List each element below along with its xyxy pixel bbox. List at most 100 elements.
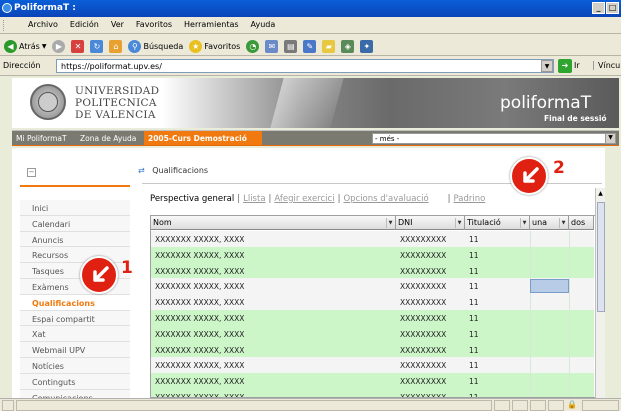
scroll-thumb[interactable] <box>597 202 605 312</box>
cell-titulacio: 11 <box>469 266 479 276</box>
restore-button[interactable]: □ <box>606 2 619 14</box>
table-row[interactable]: XXXXXXX XXXXX, XXXX XXXXXXXXX 11 <box>151 309 594 326</box>
more-sites-select[interactable]: - més - ▼ <box>372 133 616 144</box>
column-header-titulacio[interactable]: Titulació ▼ <box>465 216 530 230</box>
sidebar-item-continguts[interactable]: Continguts <box>20 373 130 390</box>
nav-active-site[interactable]: 2005-Curs Demostració <box>144 131 262 145</box>
sidebar-item-calendari[interactable]: Calendari <box>20 215 130 232</box>
column-header-una[interactable]: una ▼ <box>530 216 569 230</box>
status-pane <box>512 400 528 411</box>
menu-ayuda[interactable]: Ayuda <box>251 20 276 33</box>
menu-ver[interactable]: Ver <box>111 20 124 33</box>
cell-dos <box>569 388 594 397</box>
menu-favoritos[interactable]: Favoritos <box>136 20 172 33</box>
cell-titulacio: 11 <box>469 392 479 398</box>
logout-link[interactable]: Final de sessió <box>544 114 607 123</box>
edit-icon[interactable]: ✎ <box>303 40 317 53</box>
table-row[interactable]: XXXXXXX XXXXX, XXXX XXXXXXXXX 11 <box>151 341 594 358</box>
cell-una <box>530 231 569 247</box>
poliformat-logo: poliformaT <box>500 93 592 113</box>
page-scrollbar[interactable]: ▲ <box>595 188 605 398</box>
cell-nom: XXXXXXX XXXXX, XXXX <box>155 266 245 276</box>
menu-edicion[interactable]: Edición <box>70 20 99 33</box>
forward-arrow-icon[interactable]: ▶ <box>52 40 66 53</box>
lock-icon: 🔒 <box>567 400 577 409</box>
sidebar-item-anuncis[interactable]: Anuncis <box>20 231 130 248</box>
sidebar-item-webmail[interactable]: Webmail UPV <box>20 342 130 358</box>
selected-cell[interactable] <box>530 279 569 294</box>
mail-icon[interactable]: ✉ <box>265 40 279 53</box>
link-afegir-exercici[interactable]: Afegir exercici <box>274 194 334 204</box>
print-icon[interactable]: ▤ <box>284 40 298 53</box>
refresh-tool-icon[interactable]: ⇄ <box>138 166 145 175</box>
cell-titulacio: 11 <box>469 298 479 308</box>
university-line-3: DE VALENCIA <box>75 109 156 121</box>
column-header-dos[interactable]: dos <box>569 216 594 230</box>
scroll-up-icon[interactable]: ▲ <box>596 190 605 198</box>
cell-una <box>530 388 569 397</box>
history-icon[interactable]: ◔ <box>246 40 260 53</box>
back-button[interactable]: ◀ Atrás ▼ <box>4 40 46 53</box>
link-separator: | <box>268 194 272 204</box>
menu-herramientas[interactable]: Herramientas <box>184 20 239 33</box>
sidebar-item-xat[interactable]: Xat <box>20 326 130 343</box>
nav-zona-ayuda[interactable]: Zona de Ayuda <box>80 134 136 143</box>
link-opcions-avaluacio[interactable]: Opcions d'avaluació <box>343 194 428 204</box>
search-button[interactable]: ⚲ Búsqueda <box>128 40 183 53</box>
go-arrow-icon[interactable]: ➔ <box>558 59 572 73</box>
chevron-down-icon[interactable]: ▼ <box>42 43 47 50</box>
table-row[interactable]: XXXXXXX XXXXX, XXXX XXXXXXXXX 11 <box>151 325 594 342</box>
sidebar-item-espai-compartit[interactable]: Espai compartit <box>20 310 130 327</box>
cell-titulacio: 11 <box>469 345 479 355</box>
chevron-down-icon[interactable]: ▼ <box>520 218 528 228</box>
zone-pane <box>582 400 619 411</box>
cell-dos <box>569 262 594 279</box>
minimize-button[interactable]: _ <box>592 2 605 14</box>
column-header-label: una <box>532 218 548 227</box>
link-llista[interactable]: Llista <box>243 194 265 204</box>
sidebar-item-noticies[interactable]: Notícies <box>20 357 130 374</box>
cell-una <box>530 262 569 279</box>
refresh-icon[interactable]: ↻ <box>90 40 104 53</box>
home-icon[interactable]: ⌂ <box>109 40 123 53</box>
go-button[interactable]: Ir <box>574 61 580 70</box>
arrow-down-left-icon <box>523 167 539 183</box>
nav-mi-poliformat[interactable]: Mi PoliformaT <box>16 134 67 143</box>
link-perspectiva-general[interactable]: Perspectiva general <box>150 194 234 204</box>
links-button[interactable]: Vínculos <box>593 61 621 70</box>
gradebook-links: Perspectiva general | Llista | Afegir exerci… <box>150 194 485 204</box>
stop-icon[interactable]: ✕ <box>71 40 85 53</box>
chevron-down-icon[interactable]: ▼ <box>386 218 394 228</box>
chevron-down-icon[interactable]: ▼ <box>559 218 567 228</box>
favorites-button[interactable]: ★ Favoritos <box>189 40 240 53</box>
sidebar-item-inici[interactable]: Inici <box>20 200 130 216</box>
menu-archivo[interactable]: Archivo <box>28 20 58 33</box>
sidebar-item-qualificacions[interactable]: Qualificacions <box>20 294 130 311</box>
table-row[interactable]: XXXXXXX XXXXX, XXXX XXXXXXXXX 11 <box>151 262 594 279</box>
collapse-icon[interactable]: − <box>27 168 36 177</box>
table-row[interactable]: XXXXXXX XXXXX, XXXX XXXXXXXXX 11 <box>151 294 594 310</box>
table-row[interactable]: XXXXXXX XXXXX, XXXX XXXXXXXXX 11 <box>151 246 594 263</box>
cell-nom: XXXXXXX XXXXX, XXXX <box>155 298 245 308</box>
sidebar-item-recursos[interactable]: Recursos <box>20 247 130 264</box>
cell-dni: XXXXXXXXX <box>400 361 447 371</box>
table-row[interactable]: XXXXXXX XXXXX, XXXX XXXXXXXXX 11 <box>151 278 594 295</box>
toolbar-grip <box>3 20 6 31</box>
folder-icon[interactable]: ▰ <box>322 40 336 53</box>
discuss-icon[interactable]: ◈ <box>341 40 355 53</box>
table-row[interactable]: XXXXXXX XXXXX, XXXX XXXXXXXXX 11 <box>151 373 594 389</box>
chevron-down-icon[interactable]: ▼ <box>455 218 463 228</box>
more-sites-value: - més - <box>375 135 400 143</box>
column-header-dni[interactable]: DNI ▼ <box>396 216 465 230</box>
university-name: UNIVERSIDAD POLITECNICA DE VALENCIA <box>75 85 159 121</box>
column-header-nom[interactable]: Nom ▼ <box>151 216 396 230</box>
cell-una <box>530 341 569 358</box>
messenger-icon[interactable]: ✦ <box>360 40 374 53</box>
table-row[interactable]: XXXXXXX XXXXX, XXXX XXXXXXXXX 11 <box>151 388 594 398</box>
link-padrino[interactable]: Padrino <box>454 194 486 204</box>
address-input[interactable]: https://poliformat.upv.es/ <box>56 59 554 73</box>
table-row[interactable]: XXXXXXX XXXXX, XXXX XXXXXXXXX 11 <box>151 357 594 374</box>
cell-nom: XXXXXXX XXXXX, XXXX <box>155 392 245 398</box>
address-dropdown-icon[interactable]: ▼ <box>541 60 553 72</box>
table-row[interactable]: XXXXXXX XXXXX, XXXX XXXXXXXXX 11 <box>151 231 594 247</box>
